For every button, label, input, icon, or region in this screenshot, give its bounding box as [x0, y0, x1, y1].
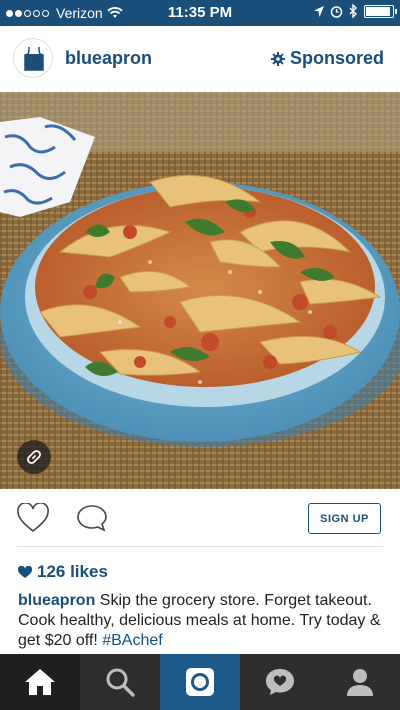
tab-bar	[0, 654, 400, 710]
heart-outline-icon	[17, 502, 49, 533]
alarm-clock-icon	[330, 5, 343, 18]
camera-icon	[186, 668, 214, 696]
search-icon	[106, 668, 135, 697]
status-indicators	[314, 4, 397, 18]
pasta-dish-image	[0, 92, 400, 489]
avatar[interactable]	[13, 38, 53, 78]
signup-button[interactable]: SIGN UP	[308, 503, 381, 534]
like-button[interactable]	[16, 502, 50, 538]
tab-home[interactable]	[0, 654, 80, 710]
post-header: blueapron Sponsored	[0, 26, 400, 92]
person-icon	[347, 669, 373, 696]
apron-logo-icon	[24, 46, 44, 71]
likes-text: 126 likes	[37, 562, 108, 581]
tab-activity[interactable]	[240, 654, 320, 710]
comment-button[interactable]	[76, 503, 108, 538]
tab-search[interactable]	[80, 654, 160, 710]
post-caption: blueapron Skip the grocery store. Forget…	[18, 591, 388, 651]
heart-filled-icon	[18, 565, 32, 578]
bluetooth-icon	[349, 4, 357, 18]
activity-bubble-icon	[266, 669, 294, 695]
gear-icon	[270, 51, 285, 66]
link-icon	[27, 450, 41, 464]
likes-count[interactable]: 126 likes	[18, 562, 108, 582]
battery-icon	[364, 4, 397, 18]
comment-bubble-icon	[77, 505, 107, 532]
sponsored-text: Sponsored	[289, 48, 384, 68]
tab-camera[interactable]	[160, 654, 240, 710]
post-actions: SIGN UP	[0, 489, 400, 547]
post-username[interactable]: blueapron	[65, 48, 152, 69]
home-icon	[25, 669, 55, 695]
divider	[17, 546, 383, 547]
post-photo[interactable]	[0, 92, 400, 489]
caption-username[interactable]: blueapron	[18, 592, 95, 609]
status-bar: Verizon 11:35 PM	[0, 0, 400, 26]
tab-profile[interactable]	[320, 654, 400, 710]
sponsored-label[interactable]: Sponsored	[270, 48, 384, 69]
link-button[interactable]	[17, 440, 51, 474]
location-arrow-icon	[314, 5, 324, 17]
caption-hashtag[interactable]: #BAchef	[102, 632, 162, 649]
